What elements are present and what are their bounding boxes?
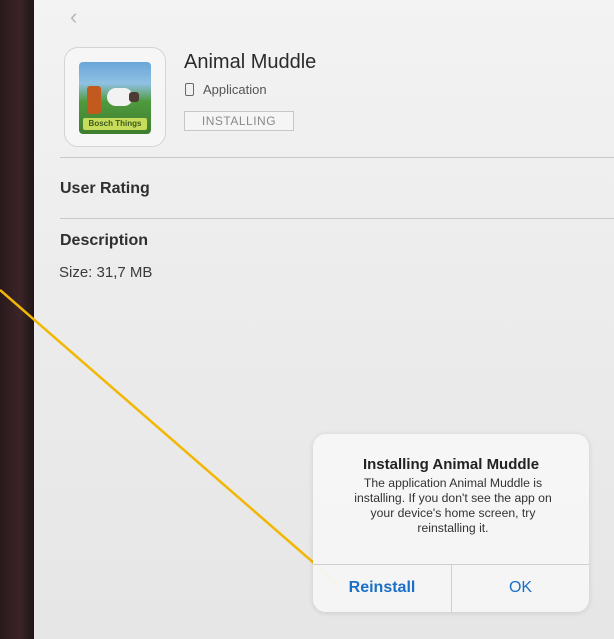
chevron-left-icon[interactable]: ‹ xyxy=(70,6,77,28)
app-size: Size: 31,7 MB xyxy=(59,264,153,281)
reinstall-button[interactable]: Reinstall xyxy=(313,564,451,612)
app-icon: Bosch Things xyxy=(64,47,166,147)
app-type-label: Application xyxy=(203,82,267,97)
app-icon-artwork: Bosch Things xyxy=(79,62,151,134)
app-icon-logo: Bosch Things xyxy=(83,118,147,130)
divider xyxy=(60,157,614,158)
alert-title: Installing Animal Muddle xyxy=(362,456,540,473)
install-alert-dialog: Installing Animal Muddle The application… xyxy=(313,434,589,612)
device-icon xyxy=(185,83,194,96)
sheep-head xyxy=(129,92,139,102)
app-title: Animal Muddle xyxy=(184,51,317,73)
ok-button[interactable]: OK xyxy=(452,564,589,612)
fox-figure xyxy=(87,86,101,114)
status-badge: INSTALLING xyxy=(184,111,294,131)
description-heading: Description xyxy=(60,232,149,249)
device-bezel xyxy=(0,0,34,639)
alert-message: The application Animal Muddle is install… xyxy=(354,476,552,535)
divider xyxy=(60,218,614,219)
app-type-row: Application xyxy=(185,82,267,97)
user-rating-heading: User Rating xyxy=(60,180,150,197)
